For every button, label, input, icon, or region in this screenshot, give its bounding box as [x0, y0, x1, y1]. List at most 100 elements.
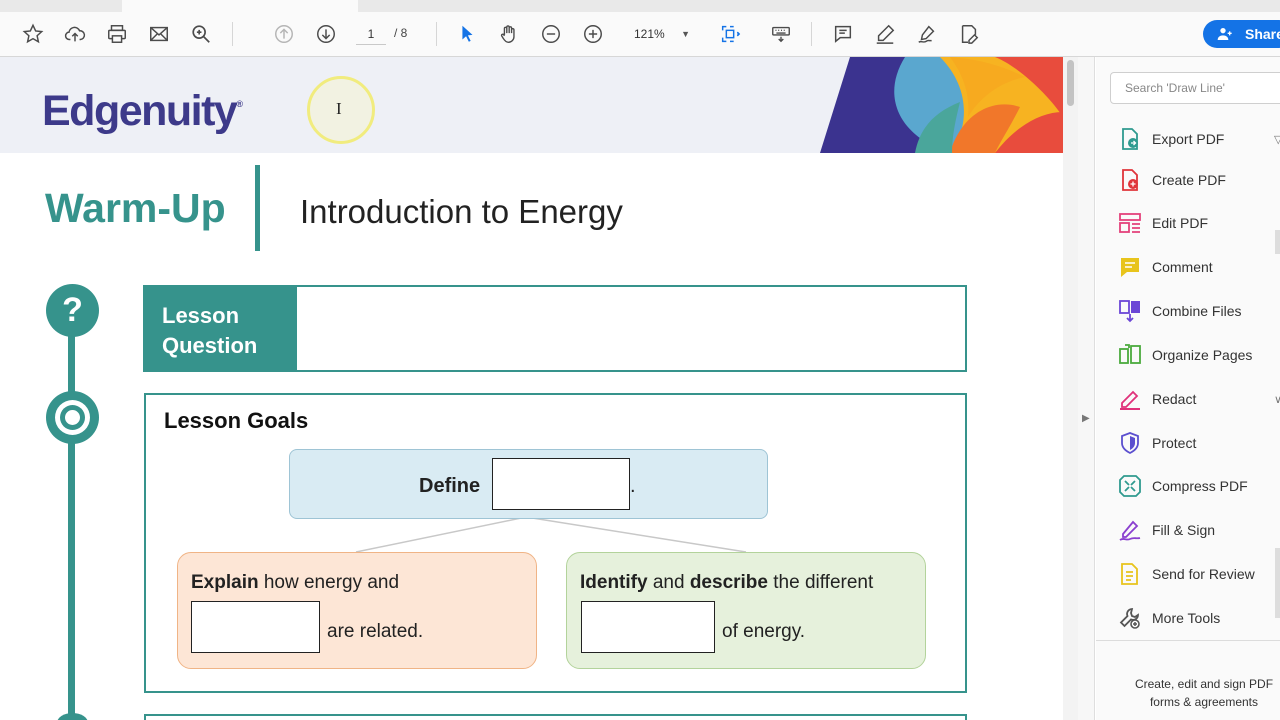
highlight-pen-icon[interactable] [871, 20, 899, 48]
identify-text: Identify and describe the different [580, 572, 874, 593]
create-pdf-icon [1122, 169, 1138, 191]
page-down-icon[interactable] [312, 20, 340, 48]
combine-files-icon [1119, 300, 1140, 323]
define-blank[interactable] [492, 458, 630, 510]
tools-search-input[interactable]: Search 'Draw Line' [1110, 72, 1280, 104]
pane-divider [1096, 640, 1280, 641]
chevron-icon: ∨ [1274, 393, 1280, 406]
tool-compress-pdf[interactable]: Compress PDF [1118, 471, 1280, 501]
main-toolbar: 1 / 8 121% ▼ Shar [0, 12, 1280, 57]
tool-label: Send for Review [1152, 566, 1255, 582]
identify-after-text: of energy. [722, 621, 806, 642]
vertical-scrollbar[interactable] [1063, 57, 1078, 720]
keyboard-icon[interactable] [767, 20, 795, 48]
edit-pdf-icon [1119, 213, 1141, 233]
cloud-upload-icon[interactable] [61, 20, 89, 48]
explain-blank[interactable] [191, 601, 320, 653]
tool-label: Compress PDF [1152, 478, 1248, 494]
tool-label: Comment [1152, 259, 1213, 275]
tool-redact[interactable]: Redact ∨ [1118, 384, 1280, 414]
document-header: Edgenuity® I [0, 57, 1063, 153]
select-arrow-icon[interactable] [453, 20, 481, 48]
share-label: Share [1245, 26, 1280, 42]
compress-pdf-icon [1119, 475, 1141, 497]
print-icon[interactable] [103, 20, 131, 48]
document-viewport[interactable]: Edgenuity® I Warm-Up Introduction to Ene… [0, 57, 1063, 720]
define-label: Define [419, 475, 481, 497]
comment-icon[interactable] [829, 20, 857, 48]
protect-icon [1121, 432, 1139, 455]
explain-goal: Explain how energy and are related. [177, 552, 537, 669]
explain-text: Explain how energy and [191, 572, 400, 593]
page-up-icon[interactable] [270, 20, 298, 48]
warmup-heading: Warm-Up [45, 185, 226, 231]
title-divider [255, 165, 260, 251]
fill-form-icon[interactable] [955, 20, 983, 48]
organize-pages-icon [1119, 344, 1141, 364]
timeline-line [68, 317, 75, 720]
tool-label: Organize Pages [1152, 347, 1253, 363]
chevron-down-icon: ▼ [681, 29, 690, 39]
toolbar-divider [436, 22, 437, 46]
zoom-value: 121% [634, 27, 665, 41]
pane-collapse-handle[interactable]: ▶ [1078, 57, 1095, 720]
chevron-right-icon[interactable]: ▶ [1082, 413, 1090, 424]
zoom-out-icon[interactable] [537, 20, 565, 48]
header-decoration [820, 57, 1063, 153]
fill-sign-icon [1119, 520, 1141, 541]
tools-pane-footer: Create, edit and sign PDF forms & agreem… [1134, 677, 1274, 709]
active-tab[interactable] [122, 0, 358, 12]
tool-organize-pages[interactable]: Organize Pages [1118, 340, 1280, 370]
tool-label: More Tools [1152, 610, 1221, 626]
tool-label: Combine Files [1152, 303, 1242, 319]
tool-send-for-review[interactable]: Send for Review [1118, 559, 1280, 589]
lesson-question-box: Lesson Question [143, 285, 967, 372]
tool-label: Protect [1152, 435, 1197, 451]
tool-fill-sign[interactable]: Fill & Sign [1118, 515, 1280, 545]
share-button[interactable]: Share [1203, 20, 1280, 48]
edgenuity-logo: Edgenuity® [42, 87, 243, 135]
text-cursor-icon: I [336, 99, 342, 118]
fit-page-icon[interactable] [716, 20, 744, 48]
tool-edit-pdf[interactable]: Edit PDF [1118, 208, 1280, 238]
sign-icon[interactable] [913, 20, 941, 48]
explain-after-text: are related. [327, 621, 424, 642]
browser-tab-strip [0, 0, 1280, 12]
edge-handle [1275, 230, 1280, 254]
tool-label: Edit PDF [1152, 215, 1209, 231]
zoom-select[interactable]: 121% ▼ [628, 23, 694, 45]
next-section-box [144, 714, 967, 720]
page-total: / 8 [394, 26, 408, 40]
tool-label: Fill & Sign [1152, 522, 1216, 538]
send-review-icon [1121, 563, 1138, 585]
timeline-node [57, 713, 88, 720]
redact-icon [1120, 390, 1140, 410]
mail-icon[interactable] [145, 20, 173, 48]
tool-export-pdf[interactable]: Export PDF ▽ [1118, 124, 1280, 154]
chevron-icon: ▽ [1274, 133, 1280, 146]
hand-icon[interactable] [495, 20, 523, 48]
comment-icon [1121, 258, 1139, 277]
tool-combine-files[interactable]: Combine Files [1118, 296, 1280, 326]
define-period: . [630, 475, 636, 497]
target-icon [46, 391, 99, 444]
zoom-in-icon[interactable] [579, 20, 607, 48]
star-icon[interactable] [19, 20, 47, 48]
toolbar-divider [232, 22, 233, 46]
identify-goal: Identify and describe the different of e… [566, 552, 926, 669]
scroll-thumb[interactable] [1067, 60, 1074, 106]
tool-label: Export PDF [1152, 131, 1225, 147]
identify-blank[interactable] [581, 601, 715, 653]
search-icon[interactable] [187, 20, 215, 48]
tool-protect[interactable]: Protect [1118, 428, 1280, 458]
tool-create-pdf[interactable]: Create PDF [1118, 165, 1280, 195]
toolbar-divider [811, 22, 812, 46]
tool-more-tools[interactable]: More Tools [1118, 603, 1280, 633]
page-number-input[interactable]: 1 [356, 23, 386, 45]
edge-handle [1275, 548, 1280, 618]
tool-label: Create PDF [1152, 172, 1226, 188]
add-user-icon [1217, 28, 1232, 40]
page-title: Introduction to Energy [300, 193, 623, 230]
lesson-question-label: Lesson Question [145, 287, 297, 372]
tool-comment[interactable]: Comment [1118, 252, 1280, 282]
